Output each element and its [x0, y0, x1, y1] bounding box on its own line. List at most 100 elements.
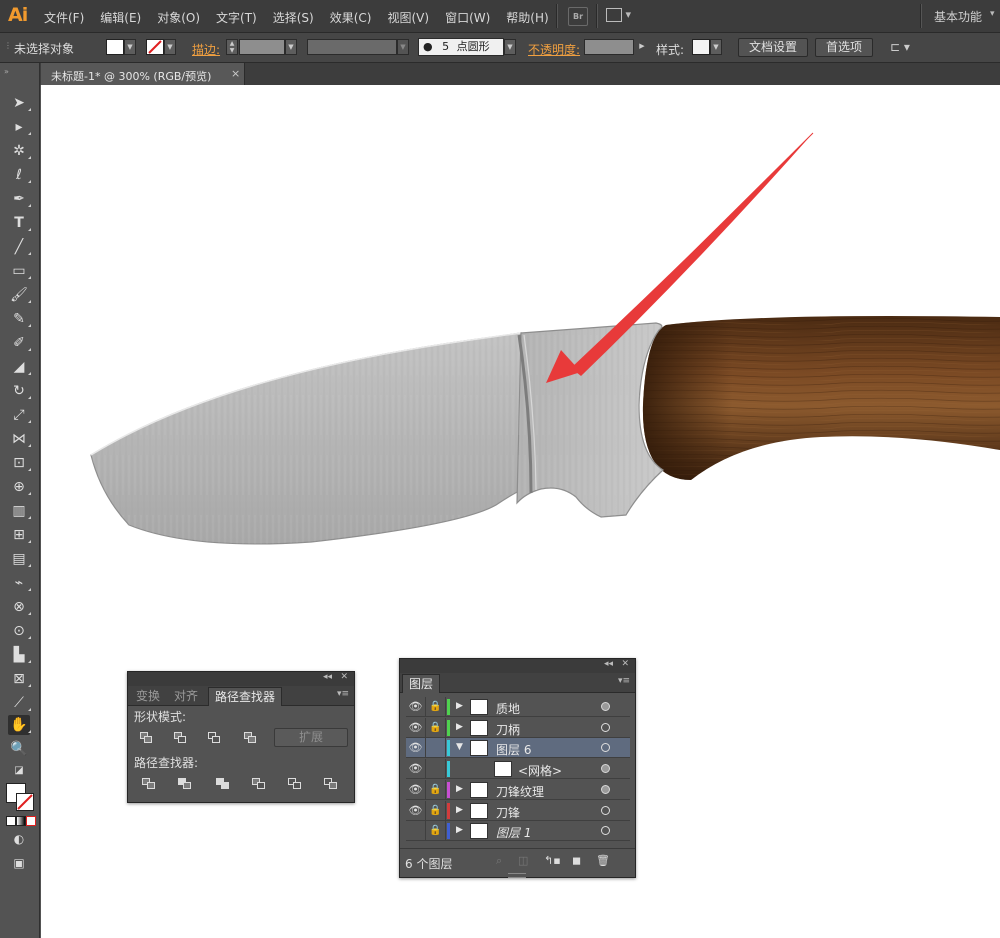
tab-layers[interactable]: 图层: [402, 674, 441, 693]
merge-icon[interactable]: [216, 778, 230, 790]
preferences-button[interactable]: 首选项: [815, 38, 874, 57]
menu-select[interactable]: 选择(S): [273, 9, 314, 26]
free-transform-tool-icon[interactable]: ⊡: [8, 453, 31, 473]
direct-selection-tool-icon[interactable]: ▸: [8, 117, 31, 137]
rotate-tool-icon[interactable]: ↻: [8, 381, 31, 401]
target-circle-icon[interactable]: [601, 805, 610, 815]
collapse-icon[interactable]: ◂◂: [323, 672, 332, 682]
visibility-eye-icon[interactable]: 👁: [406, 800, 426, 821]
type-tool-icon[interactable]: T: [8, 213, 31, 233]
expand-triangle-icon[interactable]: ▶: [456, 784, 463, 794]
menu-object[interactable]: 对象(O): [157, 9, 200, 26]
eyedropper-tool-icon[interactable]: ⌁: [8, 573, 31, 593]
menu-type[interactable]: 文字(T): [216, 9, 257, 26]
expand-triangle-icon[interactable]: ▶: [456, 805, 463, 815]
lock-icon[interactable]: 🔒: [426, 779, 446, 800]
lasso-tool-icon[interactable]: ℓ: [8, 165, 31, 185]
mesh-tool-icon[interactable]: ⊞: [8, 525, 31, 545]
stroke-weight-stepper[interactable]: ▲ ▼: [226, 39, 238, 55]
lock-icon[interactable]: 🔒: [426, 800, 446, 821]
minus-back-icon[interactable]: [324, 778, 338, 790]
stroke-swatch[interactable]: [146, 39, 164, 55]
expand-triangle-icon[interactable]: ▶: [456, 825, 463, 835]
target-circle-icon[interactable]: [601, 764, 610, 774]
graphic-style-swatch[interactable]: [692, 39, 710, 55]
menu-effect[interactable]: 效果(C): [330, 9, 372, 26]
minus-front-icon[interactable]: [174, 732, 188, 744]
stroke-weight-input[interactable]: [239, 39, 285, 55]
layer-row[interactable]: 👁 🔒 ▶ 刀锋纹理: [406, 779, 630, 800]
resize-grip-icon[interactable]: [508, 873, 526, 878]
perspective-grid-tool-icon[interactable]: ▥: [8, 501, 31, 521]
visibility-eye-icon[interactable]: 👁: [406, 759, 426, 780]
swap-fill-stroke-icon[interactable]: ◪ ⤴: [8, 761, 30, 796]
target-circle-icon[interactable]: [601, 743, 610, 753]
chevron-down-icon[interactable]: ▾: [990, 9, 995, 19]
visibility-eye-icon[interactable]: 👁: [406, 738, 426, 759]
shape-builder-tool-icon[interactable]: ⊕: [8, 477, 31, 497]
opacity-dropdown[interactable]: ▶: [636, 39, 648, 55]
color-mode-buttons[interactable]: [6, 815, 36, 826]
pen-tool-icon[interactable]: ✒: [8, 189, 31, 209]
lock-icon[interactable]: 🔒: [426, 717, 446, 738]
pencil-tool-icon[interactable]: ✎: [8, 309, 31, 329]
lock-icon[interactable]: 🔒: [426, 821, 446, 842]
tab-transform[interactable]: 变换: [130, 687, 166, 705]
lock-icon[interactable]: [426, 738, 446, 759]
expand-triangle-icon[interactable]: ▶: [456, 722, 463, 732]
drawing-mode-icon[interactable]: ◐: [8, 829, 30, 849]
divide-icon[interactable]: [142, 778, 156, 790]
expand-triangle-open-icon[interactable]: ▼: [456, 742, 463, 752]
menu-view[interactable]: 视图(V): [387, 9, 429, 26]
gradient-tool-icon[interactable]: ▤: [8, 549, 31, 569]
layer-name[interactable]: 图层 6: [496, 741, 531, 758]
layer-name[interactable]: 刀锋纹理: [496, 783, 544, 800]
close-icon[interactable]: ×: [231, 67, 240, 80]
trim-icon[interactable]: [178, 778, 192, 790]
hand-tool-icon[interactable]: ✋: [8, 715, 31, 735]
gradient-mode-icon[interactable]: [16, 816, 26, 826]
fill-dropdown[interactable]: ▼: [124, 39, 136, 55]
layer-name[interactable]: 刀锋: [496, 804, 520, 821]
none-mode-icon[interactable]: [26, 816, 36, 826]
graphic-style-dropdown[interactable]: ▼: [710, 39, 722, 55]
menu-window[interactable]: 窗口(W): [445, 9, 490, 26]
menu-edit[interactable]: 编辑(E): [100, 9, 141, 26]
workspace-switcher[interactable]: 基本功能: [934, 8, 982, 25]
lock-icon[interactable]: [426, 759, 446, 780]
collapse-icon[interactable]: »: [4, 67, 9, 76]
layer-name[interactable]: 质地: [496, 700, 520, 717]
document-tab[interactable]: 未标题-1* @ 300% (RGB/预览) ×: [41, 63, 245, 85]
menu-help[interactable]: 帮助(H): [506, 9, 548, 26]
unite-icon[interactable]: [140, 732, 154, 744]
rectangle-tool-icon[interactable]: ▭: [8, 261, 31, 281]
menu-file[interactable]: 文件(F): [44, 9, 84, 26]
target-circle-icon[interactable]: [601, 826, 610, 836]
target-circle-icon[interactable]: [601, 784, 610, 794]
expand-button[interactable]: 扩展: [274, 728, 348, 747]
new-layer-icon[interactable]: ◼: [572, 854, 581, 867]
screen-mode-icon[interactable]: ▣: [8, 853, 30, 873]
fill-swatch[interactable]: [106, 39, 124, 55]
layer-name[interactable]: 图层 1: [496, 824, 531, 841]
opacity-input[interactable]: [584, 39, 634, 55]
stroke-label[interactable]: 描边:: [192, 41, 220, 58]
paintbrush-tool-icon[interactable]: 🖌: [8, 285, 31, 305]
zoom-tool-icon[interactable]: 🔍: [8, 739, 30, 759]
close-icon[interactable]: ✕: [340, 672, 348, 682]
variable-width-profile[interactable]: [307, 39, 397, 55]
blob-brush-tool-icon[interactable]: ✐: [8, 333, 31, 353]
panel-menu-icon[interactable]: ▾≡: [337, 689, 349, 699]
tab-pathfinder[interactable]: 路径查找器: [208, 687, 283, 706]
color-mode-icon[interactable]: [6, 816, 16, 826]
collapse-icon[interactable]: ◂◂: [604, 659, 613, 669]
clipping-mask-icon[interactable]: ◫: [518, 854, 528, 867]
layer-row[interactable]: 🔒 ▶ 图层 1: [406, 821, 630, 842]
line-tool-icon[interactable]: ╱: [8, 237, 31, 257]
slice-tool-icon[interactable]: ⟋: [8, 693, 31, 713]
close-icon[interactable]: ✕: [621, 659, 629, 669]
new-sublayer-icon[interactable]: ↰▪: [544, 854, 561, 867]
blend-tool-icon[interactable]: ⊗: [8, 597, 31, 617]
profile-dropdown[interactable]: ▼: [397, 39, 409, 55]
eraser-tool-icon[interactable]: ◢: [8, 357, 31, 377]
